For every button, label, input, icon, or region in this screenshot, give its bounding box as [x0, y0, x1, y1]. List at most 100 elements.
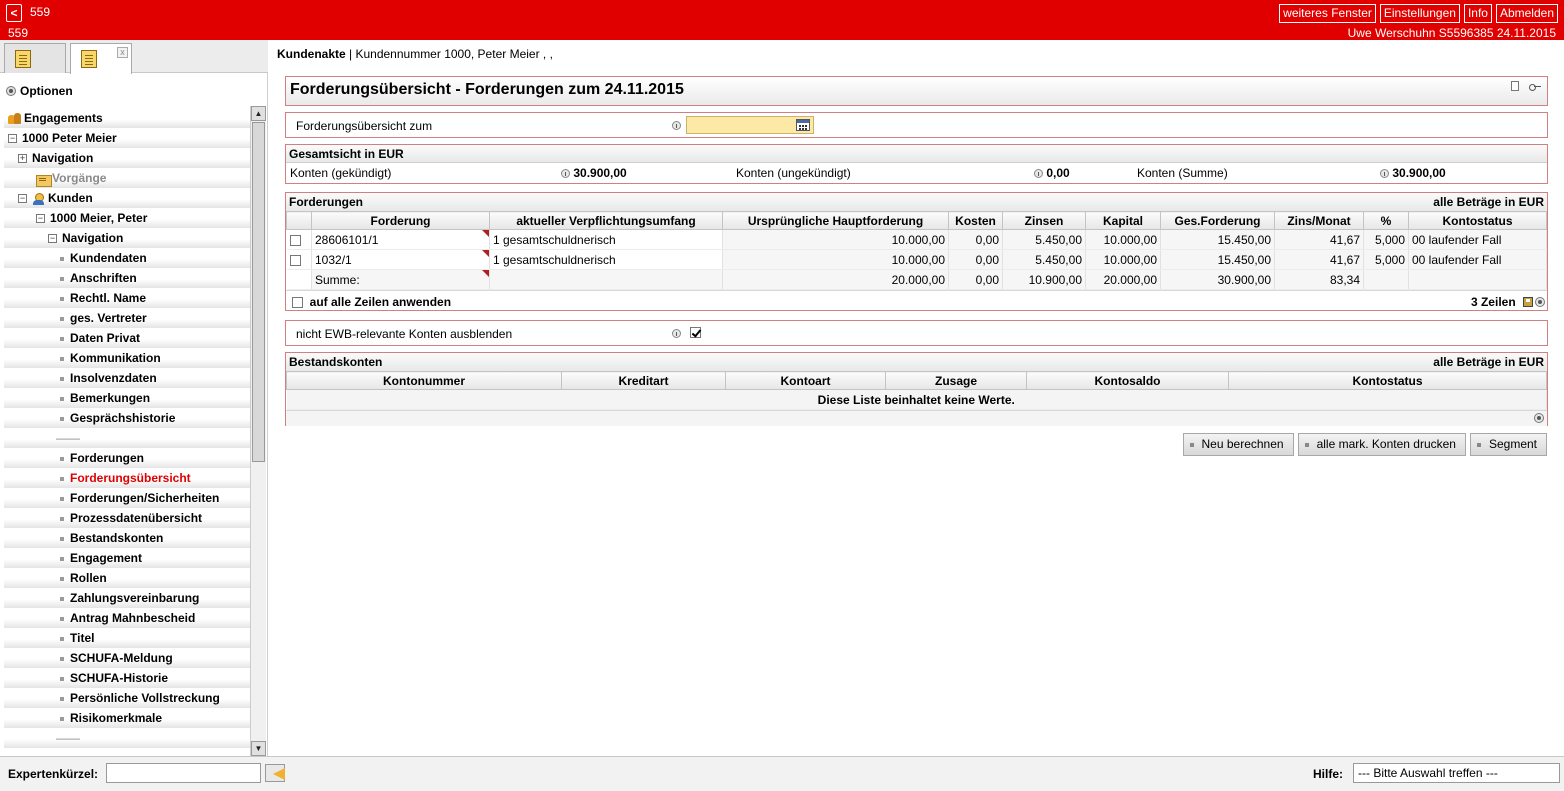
- tab-notes[interactable]: x: [70, 43, 132, 74]
- column-header[interactable]: Ges.Forderung: [1160, 211, 1275, 230]
- info-icon[interactable]: [672, 121, 681, 130]
- column-header[interactable]: Zins/Monat: [1274, 211, 1364, 230]
- collapse-icon[interactable]: −: [18, 194, 27, 204]
- info-icon[interactable]: [1034, 169, 1043, 179]
- navigate-icon[interactable]: [1535, 297, 1545, 307]
- tree-item[interactable]: − Kunden: [4, 188, 250, 208]
- column-header[interactable]: Kapital: [1085, 211, 1161, 230]
- tree-item[interactable]: ges. Vertreter: [4, 308, 250, 328]
- tree-item[interactable]: − Navigation: [4, 228, 250, 248]
- segment-button[interactable]: Segment: [1469, 433, 1547, 456]
- ewb-checkbox[interactable]: [690, 327, 701, 338]
- key-icon[interactable]: [1529, 84, 1541, 91]
- tree-item[interactable]: Engagement: [4, 548, 250, 568]
- apply-all-checkbox[interactable]: [292, 297, 303, 309]
- tree-item[interactable]: Forderungen: [4, 448, 250, 468]
- help-select[interactable]: --- Bitte Auswahl treffen ---: [1353, 763, 1560, 783]
- tree-item[interactable]: SCHUFA-Meldung: [4, 648, 250, 668]
- sum-cell: 83,34: [1274, 269, 1364, 290]
- info-button[interactable]: Info: [1463, 4, 1492, 23]
- new-window-button[interactable]: weiteres Fenster: [1279, 4, 1376, 23]
- tree-item[interactable]: Kundendaten: [4, 248, 250, 268]
- column-header[interactable]: Ursprüngliche Hauptforderung: [722, 211, 949, 230]
- info-icon[interactable]: [672, 329, 681, 338]
- tree-item[interactable]: Rollen: [4, 568, 250, 588]
- collapse-icon[interactable]: −: [36, 214, 45, 224]
- column-header[interactable]: Kontostatus: [1228, 371, 1547, 390]
- settings-button[interactable]: Einstellungen: [1379, 4, 1460, 23]
- sum-cell: [489, 269, 723, 290]
- column-header[interactable]: Kosten: [948, 211, 1003, 230]
- tree-item[interactable]: Antrag Mahnbescheid: [4, 608, 250, 628]
- recalculate-button[interactable]: Neu berechnen: [1182, 433, 1294, 456]
- date-input[interactable]: [686, 116, 814, 134]
- column-header[interactable]: Zusage: [885, 371, 1027, 390]
- tree-item[interactable]: Kommunikation: [4, 348, 250, 368]
- table-cell: 15.450,00: [1160, 249, 1275, 270]
- options-link[interactable]: Optionen: [6, 84, 73, 98]
- tree-item[interactable]: + Navigation: [4, 148, 250, 168]
- navigate-icon[interactable]: [1534, 413, 1544, 423]
- options-icon: [6, 86, 16, 96]
- row-checkbox[interactable]: [289, 254, 301, 266]
- collapse-icon[interactable]: −: [48, 234, 57, 244]
- column-header[interactable]: Kontosaldo: [1026, 371, 1229, 390]
- table-row[interactable]: 28606101/1 1 gesamtschuldnerisch 10.000,00…: [286, 229, 1547, 250]
- bullet-icon: [60, 276, 64, 281]
- info-icon[interactable]: [561, 169, 570, 179]
- tree-item[interactable]: Forderungen/Sicherheiten: [4, 488, 250, 508]
- info-icon[interactable]: [1380, 169, 1389, 179]
- back-button[interactable]: <: [6, 4, 22, 22]
- tree-item[interactable]: Daten Privat: [4, 328, 250, 348]
- column-header[interactable]: %: [1363, 211, 1409, 230]
- bullet-icon: [60, 416, 64, 421]
- tab-tree[interactable]: [4, 43, 66, 73]
- column-header[interactable]: aktueller Verpflichtungsumfang: [489, 211, 723, 230]
- tree-item[interactable]: Engagements: [4, 108, 250, 128]
- tree-item[interactable]: Bemerkungen: [4, 388, 250, 408]
- tree-item[interactable]: Bestandskonten: [4, 528, 250, 548]
- table-cell: 1 gesamtschuldnerisch: [489, 249, 723, 270]
- column-header[interactable]: Zinsen: [1002, 211, 1086, 230]
- tree-scrollbar[interactable]: ▲ ▼: [250, 106, 266, 756]
- column-header[interactable]: Kontonummer: [286, 371, 562, 390]
- tree-item[interactable]: Titel: [4, 628, 250, 648]
- close-icon[interactable]: x: [117, 47, 128, 58]
- row-checkbox[interactable]: [289, 234, 301, 246]
- tree-item[interactable]: Insolvenzdaten: [4, 368, 250, 388]
- tree-item[interactable]: Rechtl. Name: [4, 288, 250, 308]
- tree-item[interactable]: −1000 Peter Meier: [4, 128, 250, 148]
- tree-item[interactable]: Persönliche Vollstreckung: [4, 688, 250, 708]
- collapse-icon[interactable]: −: [8, 134, 17, 144]
- tree-item[interactable]: Risikomerkmale: [4, 708, 250, 728]
- print-icon[interactable]: [1511, 81, 1519, 91]
- tree-item-label: Rechtl. Name: [70, 291, 147, 305]
- scroll-up-arrow[interactable]: ▲: [251, 106, 266, 121]
- tree-item[interactable]: Forderungsübersicht: [4, 468, 250, 488]
- column-header[interactable]: Forderung: [311, 211, 490, 230]
- table-row[interactable]: 1032/1 1 gesamtschuldnerisch 10.000,00 0,00…: [286, 249, 1547, 270]
- calendar-icon[interactable]: [796, 119, 810, 131]
- tree-item[interactable]: Anschriften: [4, 268, 250, 288]
- expand-icon[interactable]: +: [18, 154, 27, 164]
- tree-item[interactable]: Prozessdatenübersicht: [4, 508, 250, 528]
- scroll-down-arrow[interactable]: ▼: [251, 741, 266, 756]
- document-icon: [15, 50, 31, 68]
- tree-item[interactable]: Zahlungsvereinbarung: [4, 588, 250, 608]
- tree-item[interactable]: SCHUFA-Historie: [4, 668, 250, 688]
- tree-item[interactable]: Vorgänge: [4, 168, 250, 188]
- tree-item[interactable]: −1000 Meier, Peter: [4, 208, 250, 228]
- logout-button[interactable]: Abmelden: [1495, 4, 1558, 23]
- go-arrow-icon[interactable]: [265, 761, 291, 783]
- tree-item[interactable]: Gesprächshistorie: [4, 408, 250, 428]
- column-header[interactable]: Kreditart: [561, 371, 726, 390]
- expert-input[interactable]: [106, 763, 261, 783]
- apply-all-label: auf alle Zeilen anwenden: [309, 295, 452, 309]
- print-marked-button[interactable]: alle mark. Konten drucken: [1297, 433, 1466, 456]
- column-header[interactable]: Kontostatus: [1408, 211, 1547, 230]
- help-label: Hilfe:: [1313, 767, 1343, 781]
- column-header[interactable]: Kontoart: [725, 371, 886, 390]
- empty-message: Diese Liste beinhaltet keine Werte.: [286, 389, 1547, 410]
- scroll-thumb[interactable]: [252, 122, 265, 462]
- save-icon[interactable]: [1523, 297, 1533, 307]
